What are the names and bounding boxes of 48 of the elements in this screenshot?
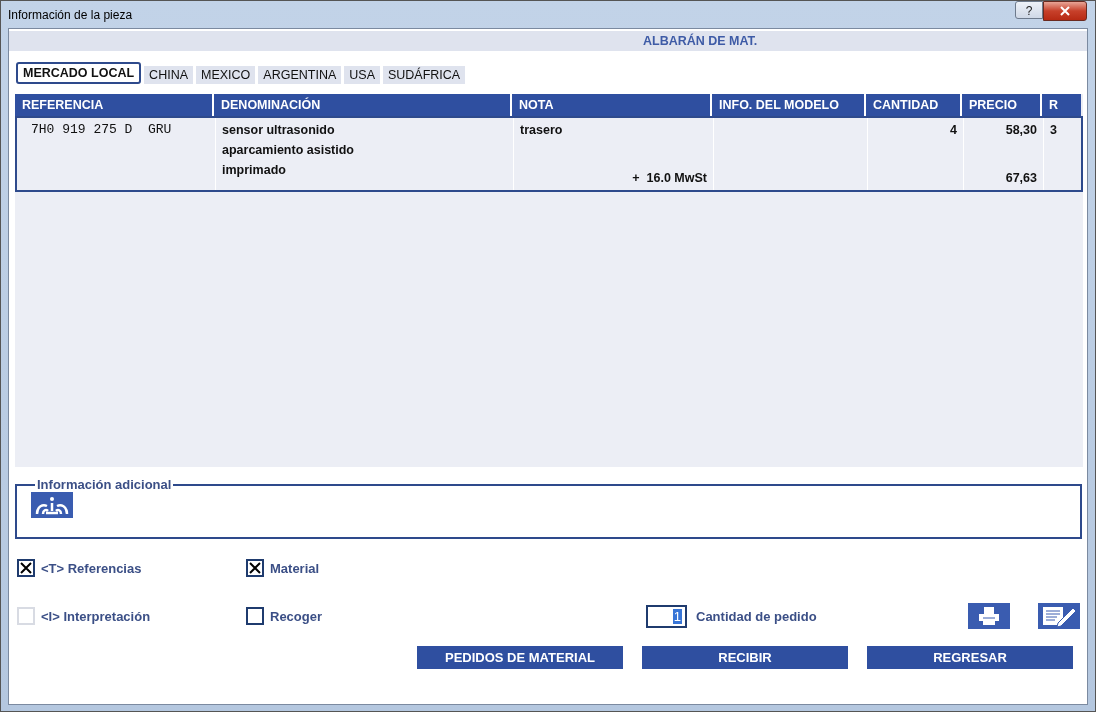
info-button[interactable]	[31, 492, 73, 518]
column-header[interactable]: INFO. DEL MODELO	[712, 94, 866, 116]
column-header[interactable]: REFERENCIA	[15, 94, 214, 116]
checkbox[interactable]	[17, 559, 35, 577]
quantity-label: Cantidad de pedido	[696, 608, 817, 624]
table-cell-text: imprimado	[222, 162, 287, 179]
tab[interactable]: ARGENTINA	[258, 66, 342, 84]
quantity-field[interactable]: 1	[646, 604, 687, 628]
table-cell-text: sensor ultrasonido	[222, 122, 336, 139]
column-header[interactable]: CANTIDAD	[866, 94, 962, 116]
printer-icon	[978, 606, 1000, 626]
close-icon	[1060, 6, 1070, 16]
tab[interactable]: CHINA	[144, 66, 193, 84]
table-cell-text: + 16.0 MwSt	[632, 170, 707, 187]
tab[interactable]: MEXICO	[196, 66, 256, 84]
checkbox[interactable]	[246, 559, 264, 577]
column-header[interactable]: PRECIO	[962, 94, 1042, 116]
edit-button[interactable]	[1038, 603, 1080, 629]
tab[interactable]: SUDÁFRICA	[382, 66, 466, 84]
action-button[interactable]: PEDIDOS DE MATERIAL	[417, 646, 623, 669]
info-car-icon	[34, 494, 70, 516]
column-header[interactable]: R	[1042, 94, 1081, 116]
close-button[interactable]	[1043, 1, 1087, 21]
column-header[interactable]: NOTA	[512, 94, 712, 116]
table-cell-text: 58,30	[1005, 122, 1037, 139]
table-cell-text: 67,63	[1005, 170, 1037, 187]
table-cell-text: trasero	[520, 122, 564, 139]
table-cell-text: 4	[950, 122, 957, 139]
checkbox-label: Recoger	[270, 608, 323, 624]
tab[interactable]: MERCADO LOCAL	[16, 62, 142, 84]
checkbox-label: Material	[270, 560, 320, 576]
table-cell-text: 7H0 919 275 D GRU	[31, 121, 173, 139]
action-button[interactable]: REGRESAR	[867, 646, 1073, 669]
table-cell-text: aparcamiento asistido	[222, 142, 355, 159]
action-button[interactable]: RECIBIR	[642, 646, 848, 669]
group-title: Información adicional	[36, 477, 173, 492]
checkbox[interactable]	[246, 607, 264, 625]
header-title: ALBARÁN DE MAT.	[643, 34, 758, 48]
column-header[interactable]: DENOMINACIÓN	[214, 94, 512, 116]
print-button[interactable]	[968, 603, 1010, 629]
table-cell-text: 3	[1050, 122, 1058, 139]
document-pencil-icon	[1041, 605, 1077, 627]
help-button[interactable]: ?	[1015, 1, 1043, 19]
tab[interactable]: USA	[344, 66, 380, 84]
window-title: Información de la pieza	[8, 8, 133, 22]
table-row[interactable]: 7H0 919 275 D GRU sensor ultrasonido aparcamiento asistido imprimado trasero + 16.0 MwSt 4 58,30 67,63 3	[15, 116, 1083, 192]
checkbox-label: <I> Interpretación	[41, 608, 151, 624]
checkbox-label: <T> Referencias	[41, 560, 142, 576]
